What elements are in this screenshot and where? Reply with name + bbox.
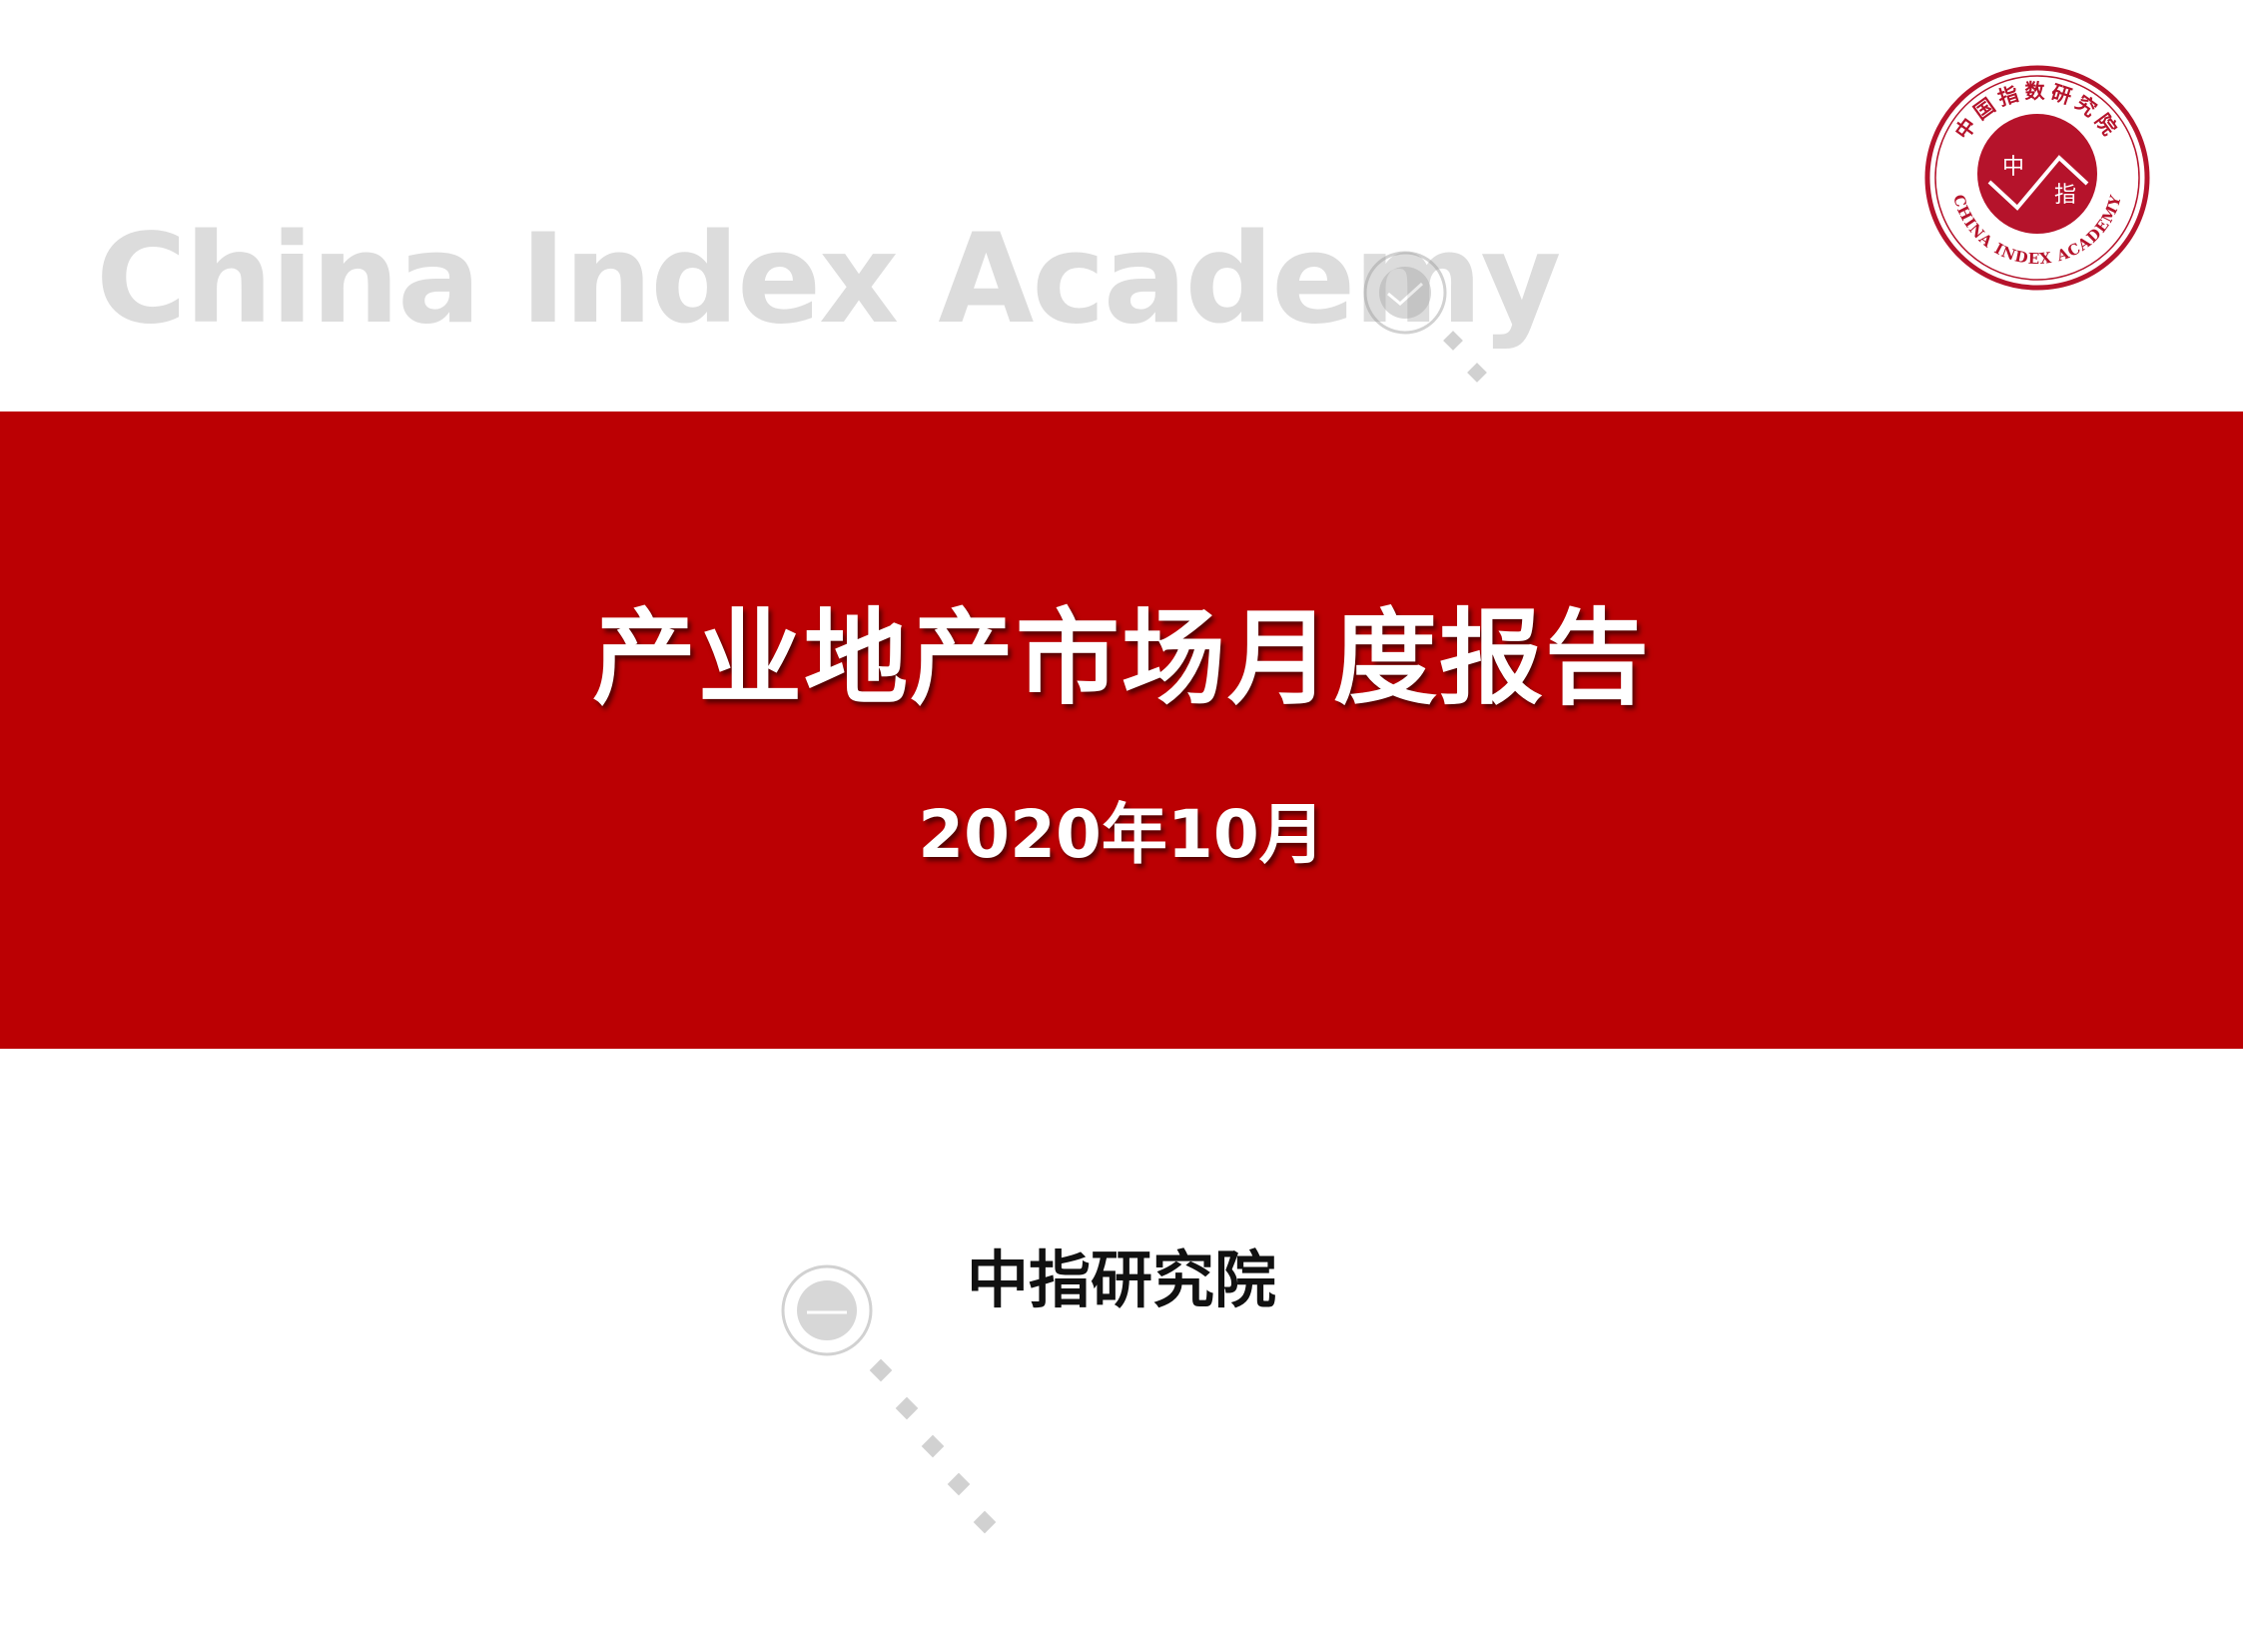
svg-text:指: 指 [2054,183,2076,208]
svg-text:中: 中 [2002,155,2024,180]
report-title: 产业地产市场月度报告 [591,597,1651,719]
organization-name: 中指研究院 [966,1243,1276,1316]
report-cover: China Index Academy 中国指数研究院 CHINA INDEX … [0,0,2243,1652]
report-date: 2020年10月 [918,796,1325,873]
title-banner: 产业地产市场月度报告 2020年10月 [0,412,2243,1049]
seal-watermark-icon [1363,251,1487,383]
seal-watermark-icon-bottom [781,1264,997,1534]
china-index-academy-logo-icon: 中国指数研究院 CHINA INDEX ACADEMY 中 指 [1924,65,2150,291]
background-brand-text: China Index Academy [96,208,1561,352]
